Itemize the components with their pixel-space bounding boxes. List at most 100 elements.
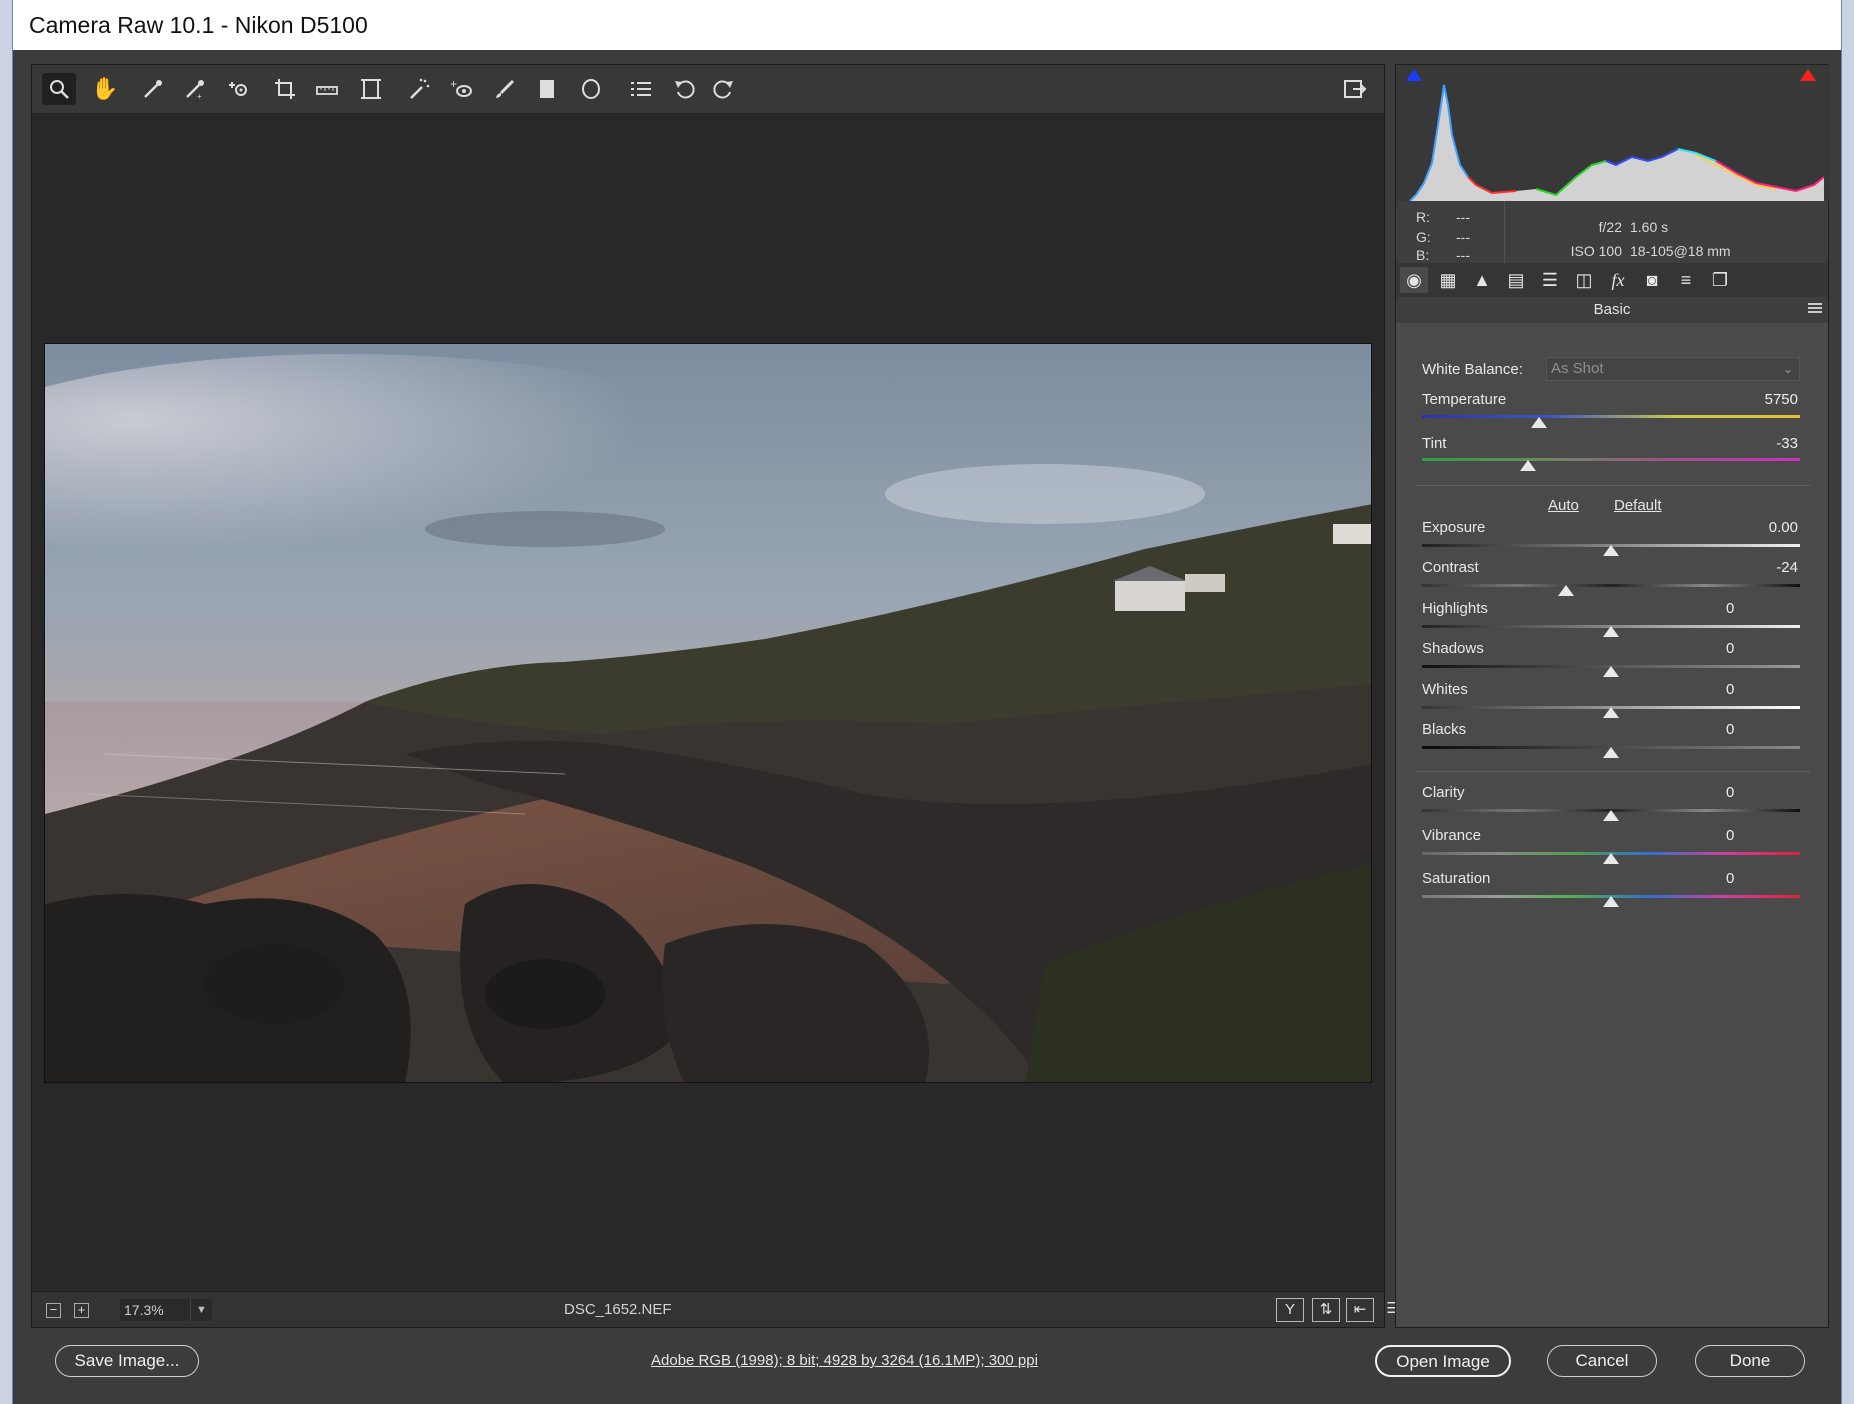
tint-value[interactable]: -33: [1718, 435, 1798, 455]
shutter-speed: 1.60 s: [1630, 219, 1669, 235]
auto-button[interactable]: Auto: [1548, 497, 1579, 514]
zoom-tool-icon[interactable]: [42, 73, 76, 105]
default-button[interactable]: Default: [1614, 497, 1662, 514]
vibrance-slider-thumb[interactable]: [1603, 853, 1619, 864]
crop-tool-icon[interactable]: [268, 73, 302, 105]
effects-tab-icon[interactable]: fx: [1604, 267, 1632, 293]
red-eye-removal-tool-icon[interactable]: +: [444, 73, 478, 105]
camera-calibration-tab-icon[interactable]: ◙: [1638, 267, 1666, 293]
adjustment-brush-icon[interactable]: [488, 73, 522, 105]
spot-removal-tool-icon[interactable]: [402, 73, 436, 105]
svg-text:+: +: [197, 92, 202, 101]
whites-value[interactable]: 0: [1718, 681, 1798, 701]
tint-label: Tint: [1422, 435, 1447, 452]
presets-tab-icon[interactable]: ≡: [1672, 267, 1700, 293]
r-value: ---: [1456, 209, 1470, 225]
shadows-label: Shadows: [1422, 640, 1484, 657]
blacks-value[interactable]: 0: [1718, 721, 1798, 741]
color-sampler-tool-icon[interactable]: +: [178, 73, 212, 105]
straighten-tool-icon[interactable]: [310, 73, 344, 105]
hsl-tab-icon[interactable]: ▤: [1502, 267, 1530, 293]
camera-raw-window: Camera Raw 10.1 - Nikon D5100 ✋ + + − + …: [12, 0, 1842, 1404]
white-balance-select[interactable]: As Shot ⌄: [1546, 357, 1800, 381]
preview-area: ✋ + + − + 17.3% ▼ DSC_1652.NEF Y ⇅ ⇤ ☰: [31, 64, 1400, 1328]
g-value: ---: [1456, 229, 1470, 245]
blacks-slider-thumb[interactable]: [1603, 747, 1619, 758]
snapshots-tab-icon[interactable]: ❐: [1706, 267, 1734, 293]
preview-statusbar: − + 17.3% ▼ DSC_1652.NEF Y ⇅ ⇤ ☰: [32, 1291, 1400, 1327]
photo-preview[interactable]: [44, 343, 1372, 1083]
svg-text:+: +: [450, 77, 457, 91]
targeted-adjustment-tool-icon[interactable]: [222, 73, 256, 105]
histogram: [1396, 65, 1830, 202]
contrast-value[interactable]: -24: [1718, 559, 1798, 579]
preferences-list-icon[interactable]: [624, 73, 658, 105]
clarity-slider-thumb[interactable]: [1603, 810, 1619, 821]
zoom-level-field[interactable]: 17.3%: [120, 1299, 190, 1321]
transform-tool-icon[interactable]: [354, 73, 388, 105]
before-after-y-icon[interactable]: Y: [1276, 1298, 1304, 1322]
contrast-slider-thumb[interactable]: [1557, 585, 1574, 596]
whites-slider-thumb[interactable]: [1603, 707, 1619, 718]
lens: 18-105@18 mm: [1630, 243, 1731, 259]
radial-filter-icon[interactable]: [574, 73, 608, 105]
exposure-value[interactable]: 0.00: [1718, 519, 1798, 539]
zoom-in-button[interactable]: +: [74, 1303, 89, 1318]
aperture: f/22: [1598, 219, 1622, 235]
saturation-slider-thumb[interactable]: [1603, 896, 1619, 907]
rotate-left-icon[interactable]: [668, 73, 702, 105]
detail-tab-icon[interactable]: ▲: [1468, 267, 1496, 293]
shadows-slider-thumb[interactable]: [1603, 666, 1619, 677]
adjustments-panel: R: --- G: --- B: --- f/22 1.60 s ISO 100…: [1395, 64, 1830, 1328]
temperature-track[interactable]: [1422, 415, 1800, 418]
exposure-slider-thumb[interactable]: [1603, 545, 1619, 556]
done-button[interactable]: Done: [1695, 1345, 1805, 1377]
copy-settings-icon[interactable]: ⇤: [1346, 1298, 1374, 1322]
vibrance-label: Vibrance: [1422, 827, 1481, 844]
g-label: G:: [1416, 229, 1431, 245]
lens-corrections-tab-icon[interactable]: ◫: [1570, 267, 1598, 293]
workflow-options-link[interactable]: Adobe RGB (1998); 8 bit; 4928 by 3264 (1…: [651, 1352, 1038, 1369]
temperature-slider-thumb[interactable]: [1531, 417, 1548, 428]
window-title: Camera Raw 10.1 - Nikon D5100: [13, 0, 1841, 50]
highlights-label: Highlights: [1422, 600, 1488, 617]
saturation-value[interactable]: 0: [1718, 870, 1798, 890]
shadows-value[interactable]: 0: [1718, 640, 1798, 660]
tint-track[interactable]: [1422, 458, 1800, 461]
highlights-slider-thumb[interactable]: [1603, 626, 1619, 637]
white-balance-tool-icon[interactable]: [136, 73, 170, 105]
basic-tab-icon[interactable]: ◉: [1400, 267, 1428, 293]
contrast-label: Contrast: [1422, 559, 1479, 576]
white-balance-value: As Shot: [1551, 360, 1604, 377]
panel-title: Basic: [1396, 297, 1828, 323]
image-info: R: --- G: --- B: --- f/22 1.60 s ISO 100…: [1396, 201, 1828, 263]
vibrance-value[interactable]: 0: [1718, 827, 1798, 847]
highlights-value[interactable]: 0: [1718, 600, 1798, 620]
panel-tabs: ◉ ▦ ▲ ▤ ☰ ◫ fx ◙ ≡ ❐: [1396, 263, 1828, 297]
r-label: R:: [1416, 209, 1430, 225]
temperature-value[interactable]: 5750: [1718, 391, 1798, 411]
tint-slider-thumb[interactable]: [1519, 460, 1536, 471]
save-image-button[interactable]: Save Image...: [55, 1345, 199, 1377]
split-toning-tab-icon[interactable]: ☰: [1536, 267, 1564, 293]
blacks-label: Blacks: [1422, 721, 1467, 738]
hand-tool-icon[interactable]: ✋: [88, 73, 122, 105]
b-value: ---: [1456, 247, 1470, 263]
white-balance-label: White Balance:: [1422, 361, 1523, 378]
tone-curve-tab-icon[interactable]: ▦: [1434, 267, 1462, 293]
zoom-out-button[interactable]: −: [46, 1303, 61, 1318]
cancel-button[interactable]: Cancel: [1547, 1345, 1657, 1377]
chevron-down-icon: ⌄: [1782, 362, 1793, 376]
saturation-label: Saturation: [1422, 870, 1491, 887]
rotate-right-icon[interactable]: [706, 73, 740, 105]
graduated-filter-icon[interactable]: [530, 73, 564, 105]
panel-menu-icon[interactable]: [1808, 303, 1822, 315]
open-image-button[interactable]: Open Image: [1375, 1345, 1511, 1377]
chevron-down-icon[interactable]: ▼: [190, 1299, 212, 1321]
contrast-track[interactable]: [1422, 584, 1800, 587]
swap-settings-icon[interactable]: ⇅: [1312, 1298, 1340, 1322]
whites-label: Whites: [1422, 681, 1468, 698]
camera-raw-dialog: ✋ + + − + 17.3% ▼ DSC_1652.NEF Y ⇅ ⇤ ☰ R…: [13, 50, 1841, 1404]
toggle-fullscreen-icon[interactable]: [1338, 73, 1372, 105]
clarity-value[interactable]: 0: [1718, 784, 1798, 804]
